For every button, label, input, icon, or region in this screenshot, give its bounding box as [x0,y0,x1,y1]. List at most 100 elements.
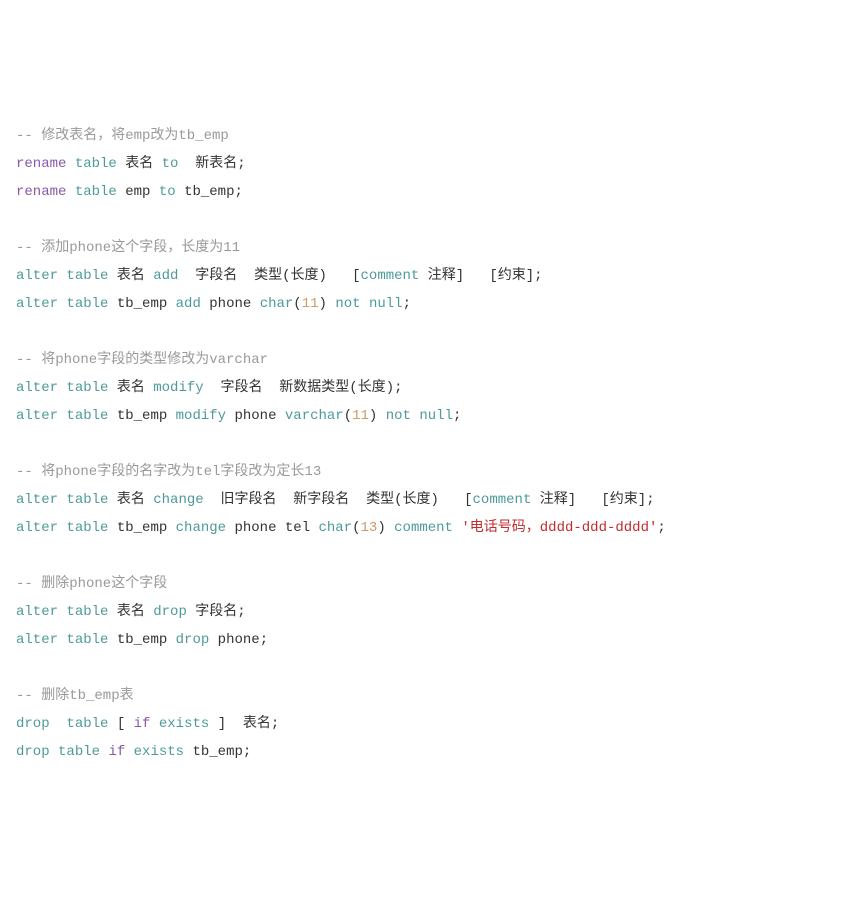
token-keyword: to [162,156,179,172]
token-punct [439,492,464,508]
token-number: 11 [302,296,319,312]
token-identifier: tb_emp [176,184,235,200]
token-keyword: exists [134,744,184,760]
code-line: drop table [ if exists ] 表名; [16,710,847,738]
token-keyword: table [66,408,108,424]
token-punct: ; [534,268,542,284]
token-punct: ; [260,632,268,648]
token-keyword: add [153,268,178,284]
token-keyword: alter [16,604,58,620]
token-keyword: exists [159,716,209,732]
token-keyword: alter [16,268,58,284]
token-keyword: table [75,184,117,200]
comment-text: -- 将phone字段的名字改为tel字段改为定长13 [16,464,321,480]
token-punct [66,184,74,200]
token-identifier: 约束 [498,268,526,284]
token-keyword: modify [176,408,226,424]
token-punct [125,744,133,760]
token-keyword: comment [394,520,453,536]
token-identifier: tb_emp [108,296,175,312]
code-line: -- 将phone字段的类型修改为varchar [16,346,847,374]
token-keyword: alter [16,380,58,396]
comment-text: -- 删除phone这个字段 [16,576,167,592]
token-punct: ; [237,156,245,172]
code-line: -- 添加phone这个字段，长度为11 [16,234,847,262]
token-keyword-purple: rename [16,156,66,172]
token-keyword: drop [16,716,50,732]
token-keyword: change [176,520,226,536]
token-bracket: [ [464,492,472,508]
token-punct: ; [453,408,461,424]
token-punct [209,716,217,732]
token-identifier: 长度 [358,380,386,396]
token-bracket: ] [568,492,576,508]
token-punct: ; [271,716,279,732]
token-identifier: 字段名 类型 [178,268,282,284]
code-line: alter table tb_emp drop phone; [16,626,847,654]
token-keyword: not [386,408,411,424]
token-punct: ; [234,184,242,200]
token-keyword: table [66,604,108,620]
token-punct [377,408,385,424]
code-line: alter table tb_emp change phone tel char… [16,514,847,542]
token-punct [464,268,489,284]
token-keyword: not [335,296,360,312]
token-bracket: [ [489,268,497,284]
token-keyword: alter [16,492,58,508]
token-identifier: phone [201,296,260,312]
code-block: -- 修改表名，将emp改为tb_emprename table 表名 to 新… [16,122,847,766]
token-keyword: alter [16,520,58,536]
code-line: rename table emp to tb_emp; [16,178,847,206]
token-keyword: comment [361,268,420,284]
comment-text: -- 删除tb_emp表 [16,688,134,704]
token-punct [50,716,67,732]
token-keyword: modify [153,380,203,396]
token-identifier: phone [209,632,259,648]
token-identifier: 新表名 [178,156,237,172]
token-keyword: table [66,492,108,508]
token-punct [150,716,158,732]
code-line: rename table 表名 to 新表名; [16,150,847,178]
token-identifier: phone [226,408,285,424]
token-keyword: to [159,184,176,200]
token-paren: ( [394,492,402,508]
token-bracket: [ [352,268,360,284]
token-punct [100,744,108,760]
token-punct [386,520,394,536]
token-identifier: 表名 [226,716,271,732]
token-keyword: table [66,632,108,648]
token-keyword: alter [16,408,58,424]
token-bracket: ] [638,492,646,508]
token-paren: ( [349,380,357,396]
code-line [16,654,847,682]
token-identifier: 注释 [419,268,455,284]
token-punct: ; [403,296,411,312]
code-line: alter table 表名 modify 字段名 新数据类型(长度); [16,374,847,402]
token-identifier: 表名 [117,156,162,172]
token-keyword: alter [16,296,58,312]
token-keyword: char [319,520,353,536]
token-identifier: 长度 [403,492,431,508]
token-paren: ) [386,380,394,396]
token-paren: ( [352,520,360,536]
token-keyword-purple: if [134,716,151,732]
token-paren: ) [377,520,385,536]
token-identifier: tb_emp [108,408,175,424]
token-keyword: change [153,492,203,508]
token-punct: ; [394,380,402,396]
code-line [16,430,847,458]
token-keyword: char [260,296,294,312]
token-paren: ) [318,268,326,284]
token-punct [327,268,352,284]
code-line: -- 修改表名，将emp改为tb_emp [16,122,847,150]
comment-text: -- 修改表名，将emp改为tb_emp [16,128,229,144]
token-punct: ; [657,520,665,536]
token-keyword: table [66,520,108,536]
token-keyword: drop [176,632,210,648]
token-string: '电话号码，dddd-ddd-dddd' [461,520,657,536]
token-identifier: tb_emp [108,520,175,536]
token-paren: ( [344,408,352,424]
code-line: alter table tb_emp add phone char(11) no… [16,290,847,318]
token-bracket: ] [456,268,464,284]
token-number: 13 [361,520,378,536]
